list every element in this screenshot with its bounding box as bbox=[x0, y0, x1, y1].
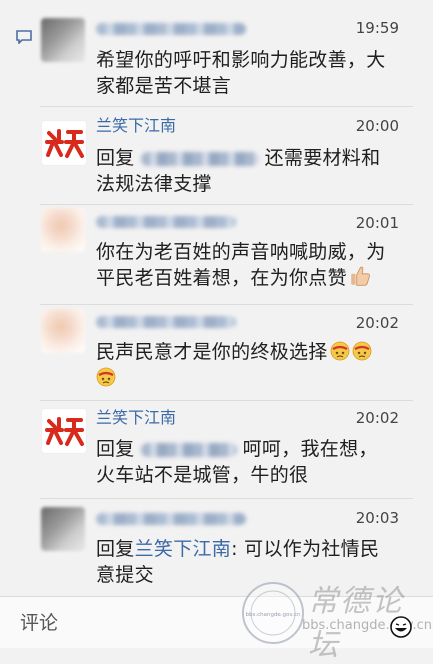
comment-time: 20:01 bbox=[355, 214, 399, 232]
comment-line: 回复 还需要材料和 bbox=[96, 145, 401, 171]
username-blurred[interactable] bbox=[96, 23, 246, 35]
avatar[interactable] bbox=[41, 309, 85, 353]
comment-line: 民声民意才是你的终极选择 bbox=[96, 339, 401, 365]
comment-text: 回复 还需要材料和 法规法律支撑 bbox=[96, 145, 401, 197]
comment-text: 希望你的呼吁和影响力能改善，大 家都是苦不堪言 bbox=[96, 47, 401, 99]
reply-prefix: 回复 bbox=[96, 438, 135, 460]
comment-item: 20:01 你在为老百姓的声音呐喊助威，为 平民老百姓着想，在为你点赞 bbox=[0, 204, 433, 304]
lanxiao-logo bbox=[45, 417, 84, 446]
avatar[interactable] bbox=[41, 18, 85, 62]
comment-time: 20:03 bbox=[355, 509, 399, 527]
comment-bar bbox=[0, 596, 433, 648]
username-blurred[interactable] bbox=[96, 513, 246, 525]
reply-target[interactable]: 兰笑下江南 bbox=[135, 538, 232, 560]
avatar[interactable] bbox=[41, 208, 85, 252]
comment-item: 20:02 民声民意才是你的终极选择 bbox=[0, 304, 433, 400]
lanxiao-logo bbox=[45, 129, 84, 158]
comment-time: 19:59 bbox=[355, 19, 399, 37]
dizzy-face-emoji bbox=[330, 341, 350, 361]
comment-item: 20:03 回复兰笑下江南: 可以作为社情民 意提交 bbox=[0, 498, 433, 596]
comment-line: 回复兰笑下江南: 可以作为社情民 bbox=[96, 536, 401, 562]
thumbs-up-icon bbox=[351, 266, 370, 286]
reply-prefix: 回复 bbox=[96, 538, 135, 560]
username-blurred[interactable] bbox=[96, 216, 236, 228]
reply-text: 还需要材料和 bbox=[264, 147, 381, 169]
comment-line: 法规法律支撑 bbox=[96, 173, 212, 195]
comment-text: 你在为老百姓的声音呐喊助威，为 平民老百姓着想，在为你点赞 bbox=[96, 239, 401, 291]
comment-time: 20:00 bbox=[355, 117, 399, 135]
comment-thread: 19:59 希望你的呼吁和影响力能改善，大 家都是苦不堪言 兰笑下江南 20:0… bbox=[0, 0, 433, 596]
reply-prefix: 回复 bbox=[96, 147, 135, 169]
comment-line-text: 平民老百姓着想，在为你点赞 bbox=[96, 267, 347, 289]
reply-target-blurred[interactable] bbox=[140, 442, 237, 457]
lanxiao-logo-avatar[interactable] bbox=[41, 120, 87, 166]
comment-line: 你在为老百姓的声音呐喊助威，为 bbox=[96, 241, 386, 263]
reply-text: : 可以作为社情民 bbox=[231, 538, 380, 560]
comment-line: 意提交 bbox=[96, 564, 154, 586]
comment-line: 希望你的呼吁和影响力能改善，大 bbox=[96, 49, 386, 71]
comment-item: 19:59 希望你的呼吁和影响力能改善，大 家都是苦不堪言 bbox=[0, 0, 433, 106]
comment-item: 兰笑下江南 20:02 回复 呵呵，我在想， 火车站不是城管，牛的很 bbox=[0, 400, 433, 498]
username-blurred[interactable] bbox=[96, 316, 236, 328]
comment-time: 20:02 bbox=[355, 409, 399, 427]
dizzy-face-emoji bbox=[352, 341, 372, 361]
comment-line: 家都是苦不堪言 bbox=[96, 75, 232, 97]
dizzy-face-emoji bbox=[96, 367, 116, 387]
comment-line: 火车站不是城管，牛的很 bbox=[96, 464, 309, 486]
reply-target-blurred[interactable] bbox=[140, 151, 259, 166]
comment-input[interactable] bbox=[8, 602, 387, 644]
reply-text: 呵呵，我在想， bbox=[242, 438, 378, 460]
comment-text: 民声民意才是你的终极选择 bbox=[96, 339, 401, 391]
comment-line: 平民老百姓着想，在为你点赞 bbox=[96, 265, 401, 291]
comment-text: 回复 呵呵，我在想， 火车站不是城管，牛的很 bbox=[96, 436, 401, 488]
comment-line-text: 民声民意才是你的终极选择 bbox=[96, 341, 328, 363]
comment-line: 回复 呵呵，我在想， bbox=[96, 436, 401, 462]
avatar[interactable] bbox=[41, 507, 85, 551]
comment-line bbox=[96, 365, 401, 391]
username[interactable]: 兰笑下江南 bbox=[96, 408, 176, 428]
comment-time: 20:02 bbox=[355, 314, 399, 332]
lanxiao-logo-avatar[interactable] bbox=[41, 408, 87, 454]
comment-item: 兰笑下江南 20:00 回复 还需要材料和 法规法律支撑 bbox=[0, 106, 433, 204]
comment-text: 回复兰笑下江南: 可以作为社情民 意提交 bbox=[96, 536, 401, 588]
username[interactable]: 兰笑下江南 bbox=[96, 116, 176, 136]
